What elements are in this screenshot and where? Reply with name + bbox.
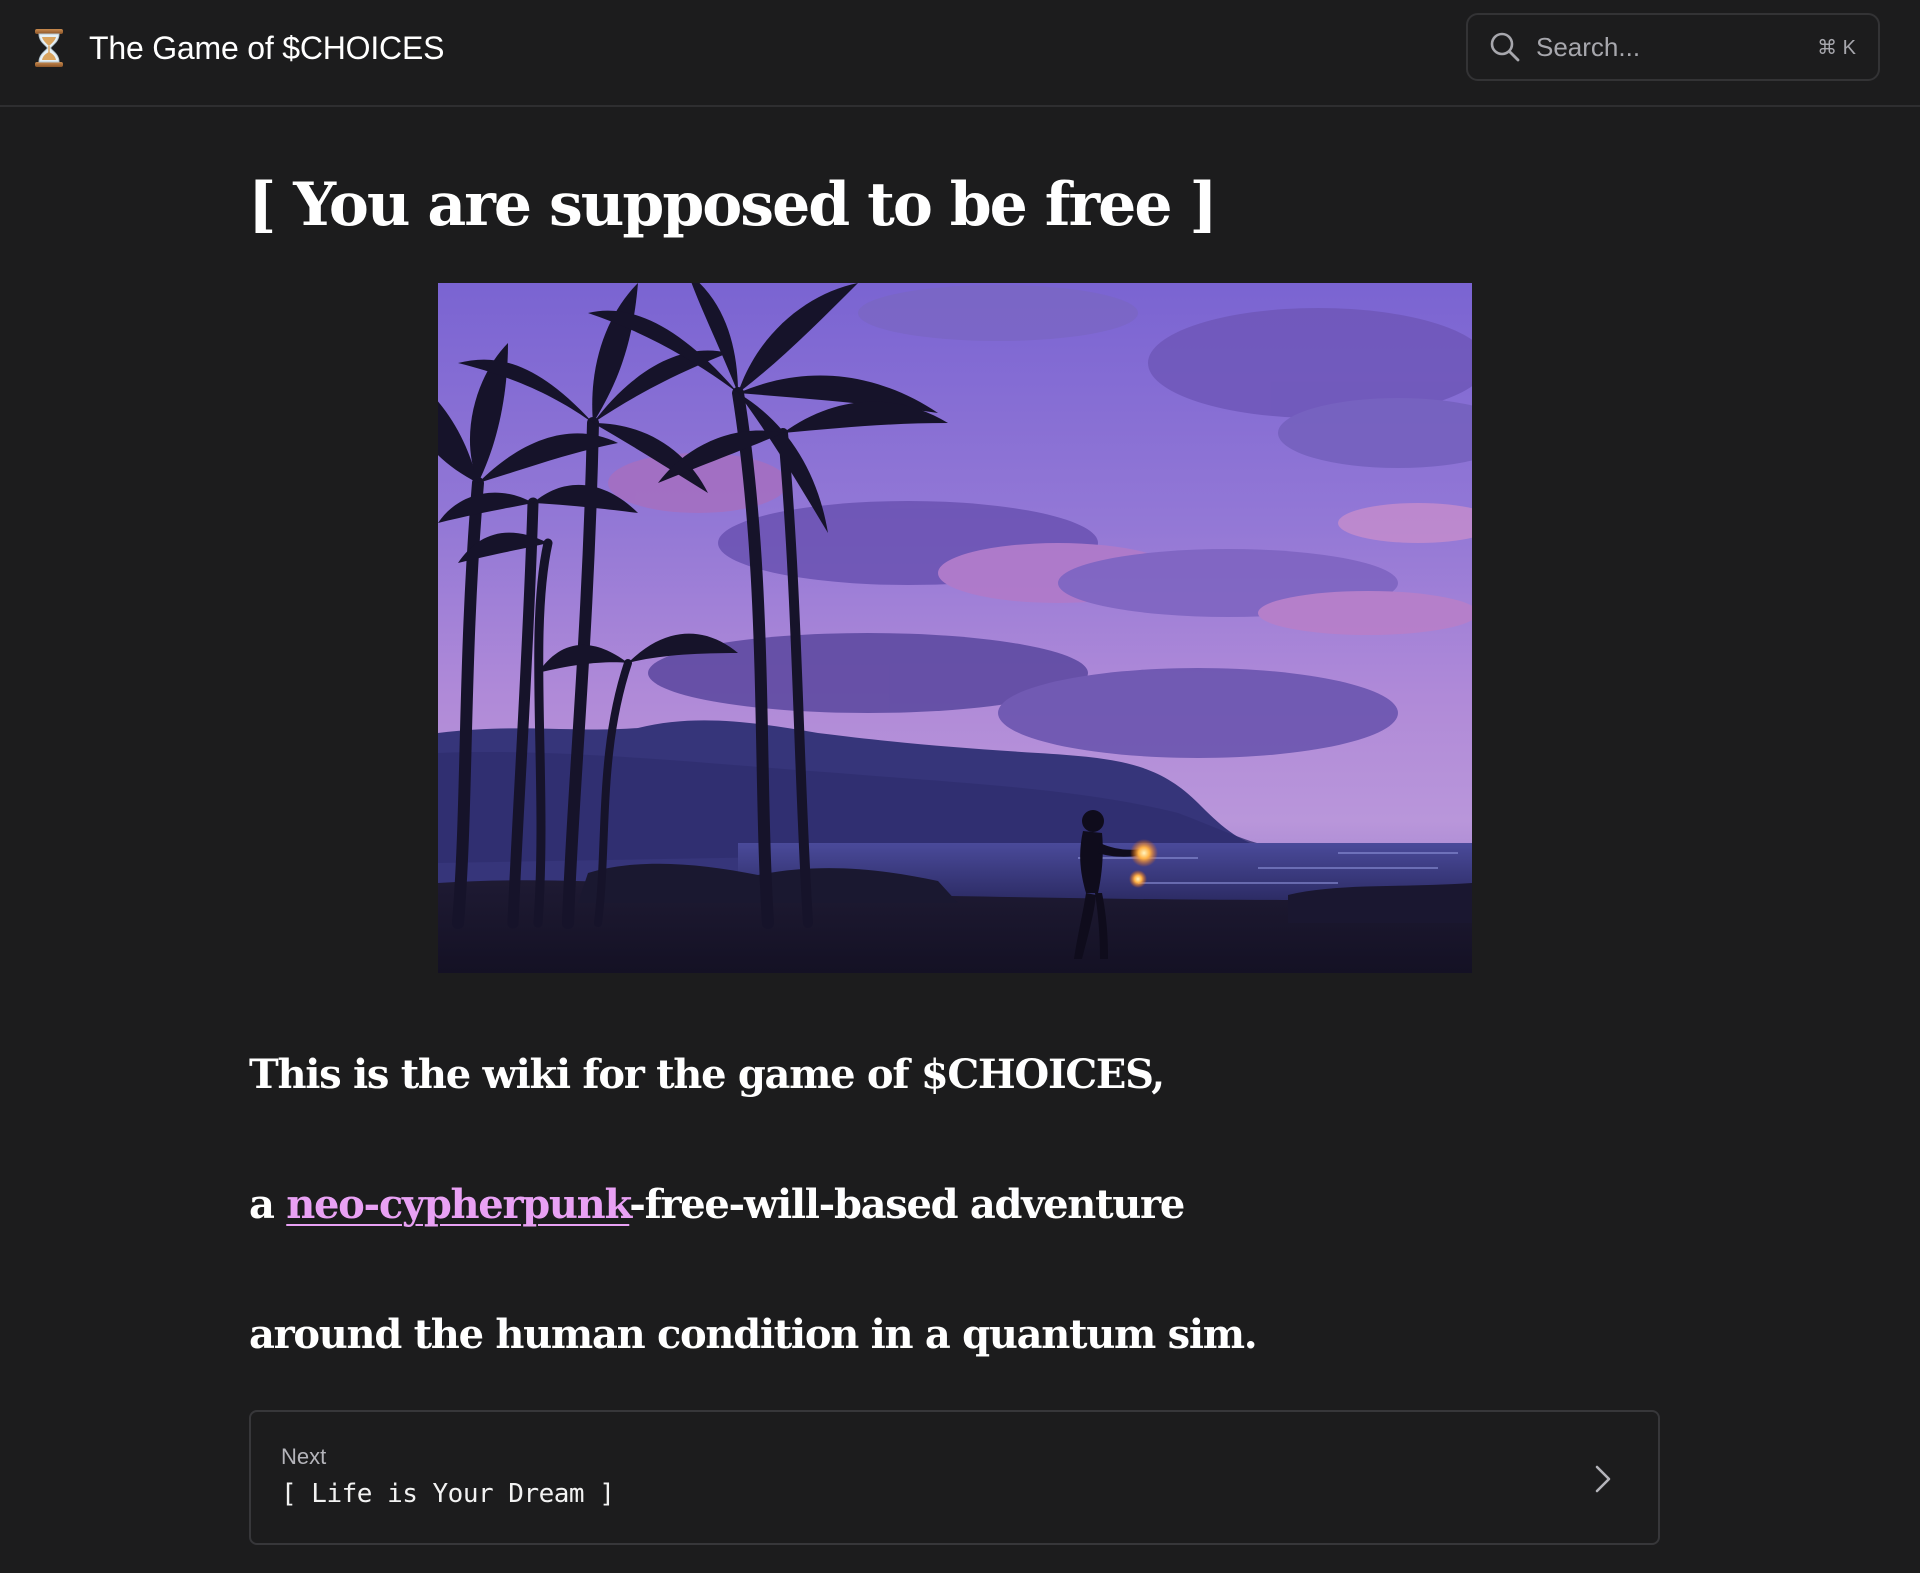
neo-cypherpunk-link[interactable]: neo-cypherpunk bbox=[286, 1181, 630, 1228]
search-shortcut-hint: ⌘ K bbox=[1817, 36, 1856, 59]
search-box[interactable]: Search... ⌘ K bbox=[1466, 13, 1880, 81]
next-page-link[interactable]: Next [ Life is Your Dream ] bbox=[249, 1410, 1660, 1545]
chevron-right-icon bbox=[1588, 1462, 1618, 1496]
next-label: Next bbox=[281, 1444, 327, 1469]
intro-line-3: around the human condition in a quantum … bbox=[249, 1311, 1258, 1358]
next-page-title: [ Life is Your Dream ] bbox=[281, 1479, 615, 1509]
intro-line-2-suffix: -free-will-based adventure bbox=[629, 1181, 1185, 1228]
search-icon bbox=[1488, 30, 1522, 64]
intro-line-2-prefix: a bbox=[249, 1181, 287, 1228]
hero-image bbox=[438, 283, 1472, 973]
hourglass-icon bbox=[29, 24, 69, 72]
intro-line-2: a neo-cypherpunk-free-will-based adventu… bbox=[249, 1175, 1185, 1235]
top-navbar: The Game of $CHOICES Search... ⌘ K bbox=[0, 0, 1920, 107]
search-placeholder: Search... bbox=[1536, 31, 1641, 62]
page-title: [ You are supposed to be free ] bbox=[248, 170, 1218, 240]
site-title: The Game of $CHOICES bbox=[89, 29, 445, 66]
intro-line-1: This is the wiki for the game of $CHOICE… bbox=[249, 1051, 1165, 1098]
site-brand-link[interactable]: The Game of $CHOICES bbox=[29, 24, 444, 72]
